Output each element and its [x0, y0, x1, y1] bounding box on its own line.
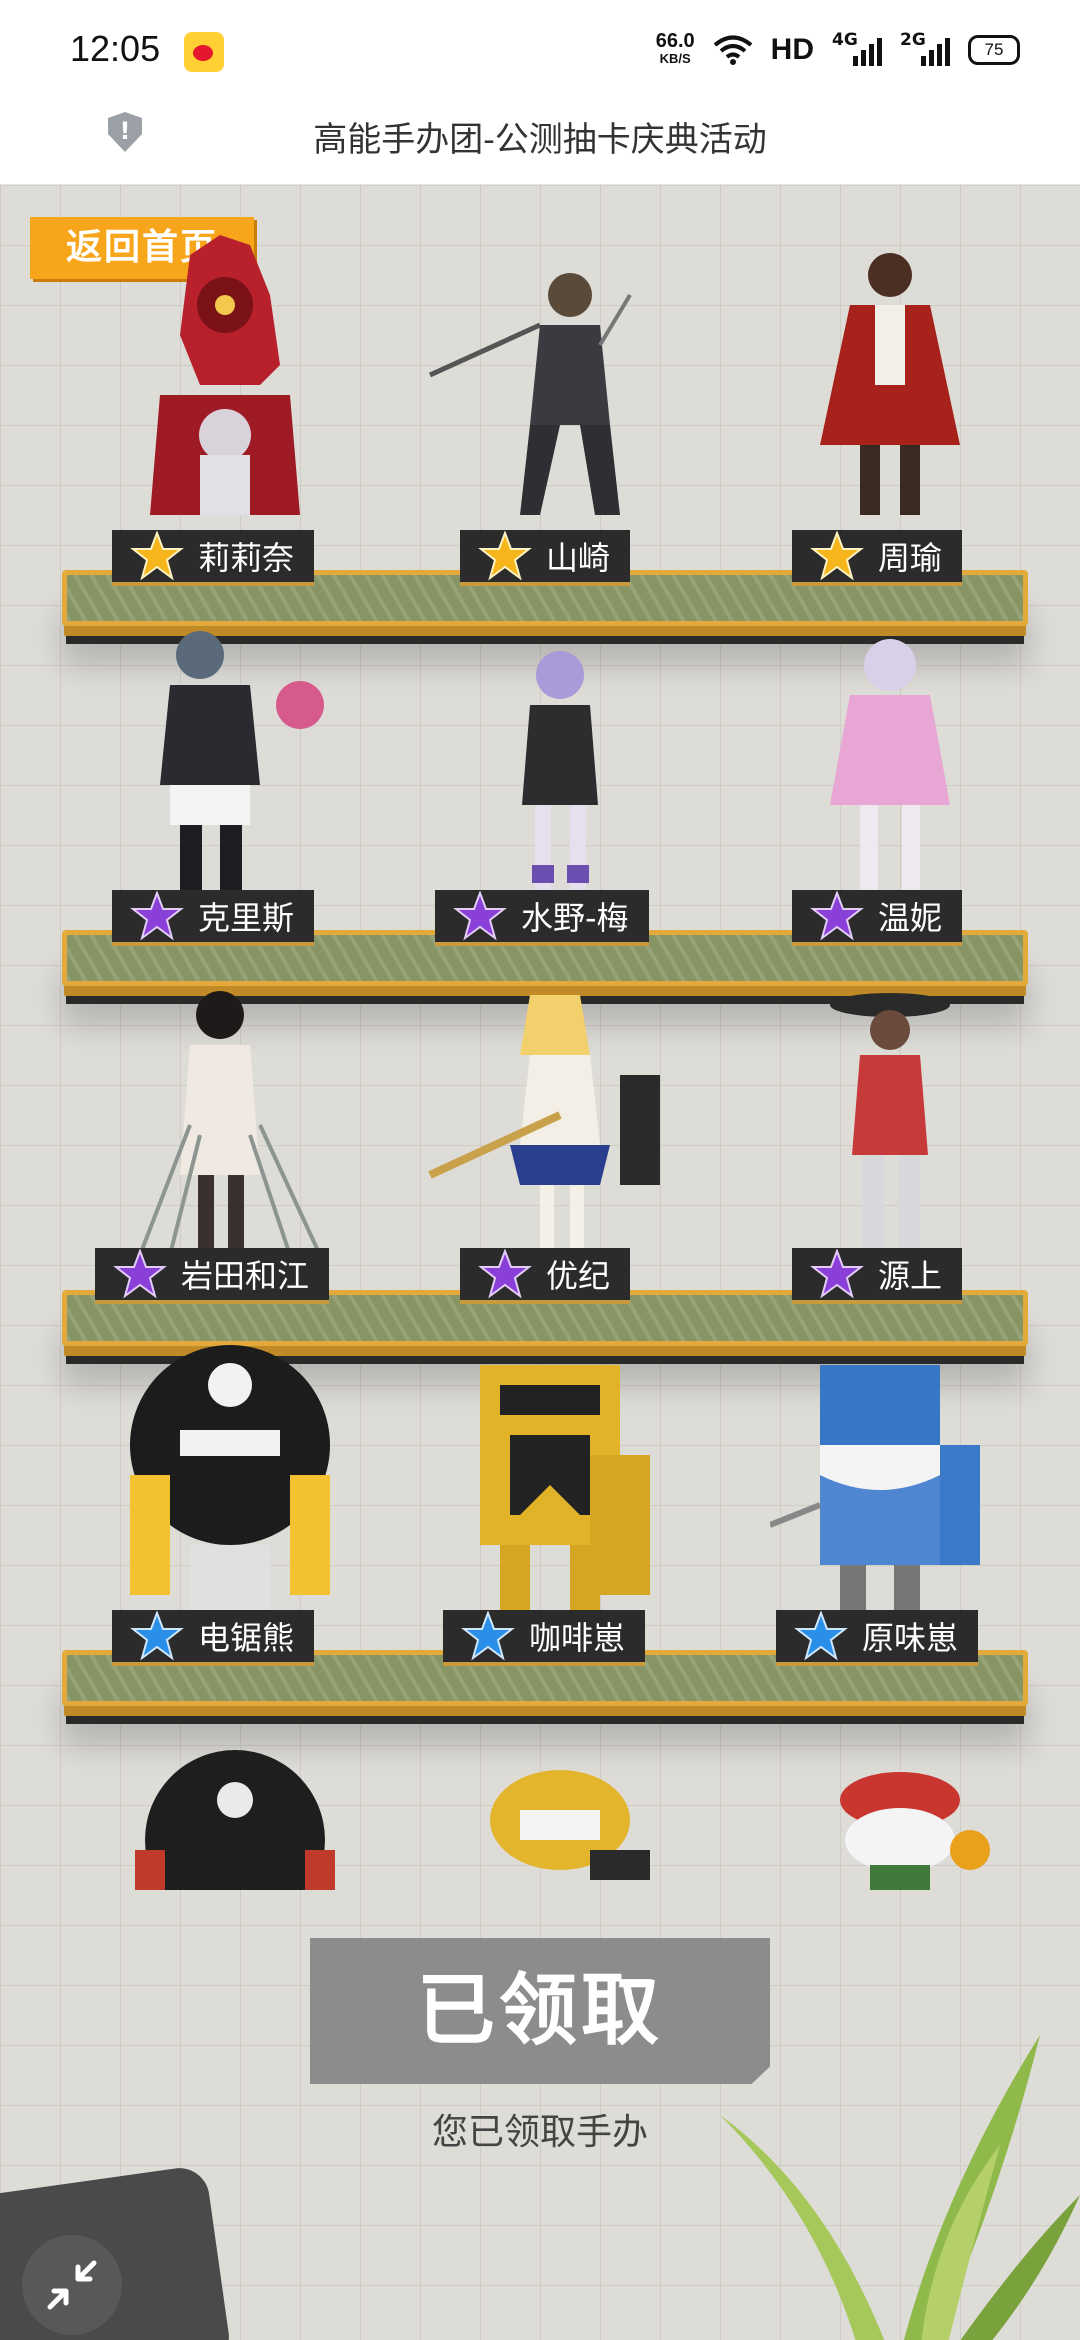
nameplate-zhouyu[interactable]: 周瑜: [792, 530, 963, 586]
wifi-icon: [713, 35, 752, 65]
figure-zhouyu-image[interactable]: [790, 225, 990, 515]
status-icons: 66.0 KB/S HD 4G 2G 75: [656, 30, 1020, 70]
figure-shanqi-image[interactable]: [420, 235, 640, 515]
page-title: 高能手办团-公测抽卡庆典活动: [313, 120, 767, 160]
nameplate-youji[interactable]: 优纪: [460, 1248, 631, 1304]
star-rank-icon: [113, 1248, 167, 1299]
status-bar: 12:05 66.0 KB/S HD 4G 2G 75: [0, 0, 1080, 100]
nameplate-dianjuxiong[interactable]: 电锯熊: [112, 1610, 315, 1666]
figure-showcase[interactable]: 返回首页 莉莉奈 山崎 周瑜 克里斯 水野-梅 温妮 岩田和江 优纪 源上 电锯…: [0, 185, 1080, 2340]
star-rank-icon: [478, 1248, 532, 1299]
nameplate-yuanweizai[interactable]: 原味崽: [776, 1610, 979, 1666]
figure-name: 克里斯: [198, 899, 295, 937]
figure-name: 水野-梅: [521, 899, 629, 937]
status-time: 12:05: [70, 28, 161, 69]
signal-4g-icon: 4G: [832, 30, 882, 70]
network-speed: 66.0 KB/S: [655, 30, 695, 66]
star-rank-icon: [461, 1610, 515, 1661]
figure-name: 山崎: [546, 539, 611, 577]
nameplate-shanqi[interactable]: 山崎: [460, 530, 631, 586]
figure-yellow-robot-image[interactable]: [480, 1770, 660, 1890]
star-rank-icon: [810, 1248, 864, 1299]
nameplate-lilinai[interactable]: 莉莉奈: [112, 530, 315, 586]
figure-name: 原味崽: [862, 1619, 959, 1657]
nameplate-kafeizai[interactable]: 咖啡崽: [443, 1610, 646, 1666]
figure-kafeizai-image[interactable]: [440, 1335, 660, 1625]
star-rank-icon: [794, 1610, 848, 1661]
figure-name: 周瑜: [878, 539, 943, 577]
title-bar: ! 高能手办团-公测抽卡庆典活动: [0, 100, 1080, 185]
star-rank-icon: [453, 890, 507, 941]
minimize-button[interactable]: [22, 2235, 122, 2335]
star-rank-icon: [130, 890, 184, 941]
figure-name: 源上: [878, 1257, 943, 1295]
battery-icon: 75: [968, 35, 1020, 65]
figure-plant-robot-image[interactable]: [820, 1770, 1000, 1890]
nameplate-kelisi[interactable]: 克里斯: [112, 890, 315, 946]
star-rank-icon: [810, 530, 864, 581]
figure-name: 电锯熊: [198, 1619, 295, 1657]
figure-name: 莉莉奈: [198, 539, 295, 577]
nameplate-yuanshang[interactable]: 源上: [792, 1248, 963, 1304]
star-rank-icon: [478, 530, 532, 581]
figure-wenni-image[interactable]: [810, 625, 970, 905]
hd-indicator: HD: [770, 33, 814, 66]
figure-lilinai-image[interactable]: [130, 215, 330, 515]
figure-yuanshang-image[interactable]: [810, 975, 970, 1265]
figure-dianjuxiong-image[interactable]: [110, 1335, 360, 1625]
star-rank-icon: [130, 1610, 184, 1661]
figure-yuanweizai-image[interactable]: [770, 1335, 990, 1625]
star-rank-icon: [130, 530, 184, 581]
signal-2g-icon: 2G: [900, 30, 950, 70]
figure-youji-image[interactable]: [420, 975, 680, 1265]
claimed-button[interactable]: 已领取: [310, 1938, 770, 2084]
figure-kelisi-image[interactable]: [130, 615, 350, 895]
figure-black-bear-image[interactable]: [125, 1750, 345, 1890]
nameplate-yantian-hejiang[interactable]: 岩田和江: [95, 1248, 330, 1304]
figure-name: 优纪: [546, 1257, 611, 1295]
claimed-message: 您已领取手办: [431, 2112, 648, 2153]
nameplate-wenni[interactable]: 温妮: [792, 890, 963, 946]
figure-name: 温妮: [878, 899, 943, 937]
star-rank-icon: [810, 890, 864, 941]
nameplate-shuiye-mei[interactable]: 水野-梅: [435, 890, 649, 946]
figure-name: 岩田和江: [181, 1257, 310, 1295]
figure-yantian-hejiang-image[interactable]: [110, 975, 350, 1265]
figure-shuiye-mei-image[interactable]: [490, 635, 630, 905]
figure-name: 咖啡崽: [529, 1619, 626, 1657]
shrink-arrows-icon: [47, 2260, 97, 2310]
weibo-icon: [184, 32, 224, 72]
